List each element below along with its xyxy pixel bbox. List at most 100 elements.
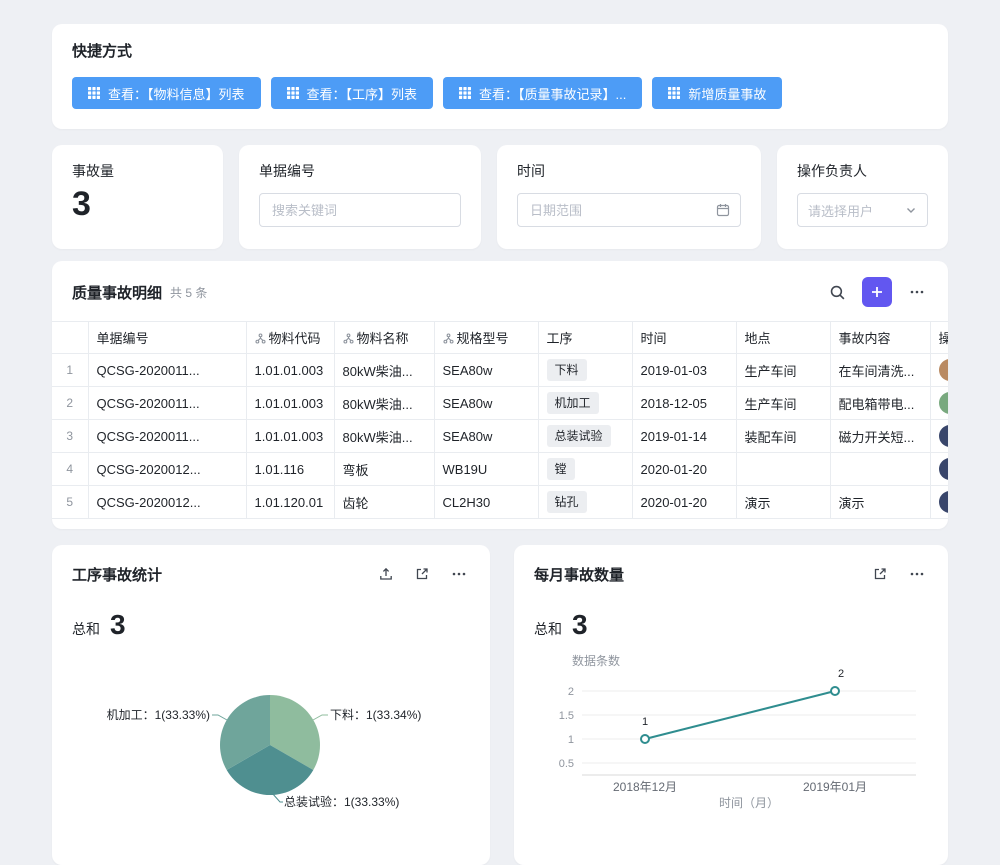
process-stats-card: 工序事故统计	[52, 545, 490, 865]
column-header-4: 规格型号	[434, 322, 538, 354]
svg-text:下料：1(33.34%): 下料：1(33.34%)	[330, 708, 421, 722]
process-tag: 下料	[547, 359, 587, 381]
svg-text:0.5: 0.5	[559, 758, 574, 770]
doc-no-label: 单据编号	[259, 161, 461, 181]
process-tag: 镗	[547, 458, 575, 480]
table-cell: 磁力开关短...	[830, 420, 930, 453]
table-cell	[930, 453, 948, 486]
shortcut-button-label: 查看：【物料信息】列表	[108, 84, 245, 103]
table-cell: WB19U	[434, 453, 538, 486]
table-cell: 1.01.01.003	[246, 387, 334, 420]
table-cell: 2019-01-03	[632, 354, 736, 387]
open-fullscreen-button[interactable]	[412, 564, 432, 584]
process-stats-actions	[376, 563, 470, 585]
monthly-total: 总和 3	[534, 611, 928, 639]
table-cell	[930, 420, 948, 453]
search-icon	[829, 284, 846, 301]
table-cell: 配电箱带电...	[830, 387, 930, 420]
svg-text:数据条数: 数据条数	[572, 653, 620, 668]
table-cell: 80kW柴油...	[334, 387, 434, 420]
monthly-total-label: 总和	[534, 619, 562, 639]
monthly-count-more-button[interactable]	[906, 563, 928, 585]
table-cell: 2018-12-05	[632, 387, 736, 420]
table-cell: 80kW柴油...	[334, 420, 434, 453]
monthly-count-card: 每月事故数量 总和 3 数	[514, 545, 948, 865]
table-row[interactable]: 3QCSG-2020011...1.01.01.00380kW柴油...SEA8…	[52, 420, 948, 453]
process-stats-more-button[interactable]	[448, 563, 470, 585]
doc-no-filter-card: 单据编号	[239, 145, 481, 249]
table-cell: 2020-01-20	[632, 453, 736, 486]
monthly-count-header: 每月事故数量	[534, 563, 928, 585]
avatar	[939, 392, 949, 414]
doc-no-search-input[interactable]	[270, 202, 450, 219]
process-tag: 钻孔	[547, 491, 587, 513]
table-cell: 1.01.01.003	[246, 420, 334, 453]
table-cell	[830, 453, 930, 486]
avatar	[939, 425, 949, 447]
relation-icon	[343, 333, 354, 344]
shortcuts-card: 快捷方式 查看：【物料信息】列表查看：【工序】列表查看：【质量事故记录】...新…	[52, 24, 948, 129]
table-cell: 1	[52, 354, 88, 387]
avatar	[939, 491, 949, 513]
table-cell: 2	[52, 387, 88, 420]
table-cell: SEA80w	[434, 387, 538, 420]
table-row[interactable]: 1QCSG-2020011...1.01.01.00380kW柴油...SEA8…	[52, 354, 948, 387]
column-header-3: 物料名称	[334, 322, 434, 354]
process-tag: 机加工	[547, 392, 599, 414]
monthly-count-actions	[870, 563, 928, 585]
export-icon	[378, 566, 394, 582]
process-tag: 总装试验	[547, 425, 611, 447]
svg-text:2019年01月: 2019年01月	[803, 780, 867, 794]
column-header-8: 事故内容	[830, 322, 930, 354]
export-button[interactable]	[376, 564, 396, 584]
add-record-button[interactable]	[862, 277, 892, 307]
accident-count-card: 事故量 3	[52, 145, 223, 249]
table-cell: 演示	[830, 486, 930, 519]
external-link-icon	[414, 566, 430, 582]
date-range-input-box	[517, 193, 741, 227]
calendar-icon[interactable]	[716, 203, 730, 217]
process-total-label: 总和	[72, 619, 100, 639]
table-row[interactable]: 5QCSG-2020012...1.01.120.01齿轮CL2H30钻孔202…	[52, 486, 948, 519]
svg-text:时间（月）: 时间（月）	[719, 796, 779, 810]
search-button[interactable]	[827, 282, 848, 303]
process-total-value: 3	[110, 611, 126, 639]
table-cell: 镗	[538, 453, 632, 486]
charts-row: 工序事故统计	[52, 545, 948, 865]
table-more-button[interactable]	[906, 281, 928, 303]
svg-text:2018年12月: 2018年12月	[613, 780, 677, 794]
table-cell: 演示	[736, 486, 830, 519]
table-cell: SEA80w	[434, 354, 538, 387]
svg-text:1.5: 1.5	[559, 710, 574, 722]
table-cell	[930, 354, 948, 387]
table-scroll-area[interactable]: 单据编号物料代码物料名称规格型号工序时间地点事故内容操作负责人 1QCSG-20…	[52, 321, 948, 519]
operator-select[interactable]: 请选择用户	[797, 193, 928, 227]
table-cell: 1.01.120.01	[246, 486, 334, 519]
table-cell: 生产车间	[736, 387, 830, 420]
date-range-input[interactable]	[528, 202, 708, 219]
table-cell: 在车间清洗...	[830, 354, 930, 387]
shortcut-button-2[interactable]: 查看：【工序】列表	[271, 77, 434, 109]
table-cell: 2019-01-14	[632, 420, 736, 453]
external-link-icon	[872, 566, 888, 582]
table-row[interactable]: 2QCSG-2020011...1.01.01.00380kW柴油...SEA8…	[52, 387, 948, 420]
shortcut-button-4[interactable]: 新增质量事故	[652, 77, 782, 109]
table-cell: QCSG-2020012...	[88, 486, 246, 519]
process-stats-title: 工序事故统计	[72, 564, 162, 585]
column-header-5: 工序	[538, 322, 632, 354]
monthly-total-value: 3	[572, 611, 588, 639]
table-cell	[930, 486, 948, 519]
shortcut-button-1[interactable]: 查看：【物料信息】列表	[72, 77, 261, 109]
grid-icon	[459, 87, 471, 99]
svg-text:2: 2	[568, 686, 574, 698]
shortcut-button-3[interactable]: 查看：【质量事故记录】...	[443, 77, 642, 109]
column-header-index	[52, 322, 88, 354]
more-icon	[908, 283, 926, 301]
operator-select-placeholder: 请选择用户	[808, 201, 897, 220]
process-pie-chart: 下料：1(33.34%)总装试验：1(33.33%)机加工：1(33.33%)	[72, 647, 470, 865]
open-fullscreen-button[interactable]	[870, 564, 890, 584]
detail-table: 单据编号物料代码物料名称规格型号工序时间地点事故内容操作负责人 1QCSG-20…	[52, 321, 948, 519]
avatar	[939, 458, 949, 480]
table-row[interactable]: 4QCSG-2020012...1.01.116弯板WB19U镗2020-01-…	[52, 453, 948, 486]
chevron-down-icon	[905, 204, 917, 216]
